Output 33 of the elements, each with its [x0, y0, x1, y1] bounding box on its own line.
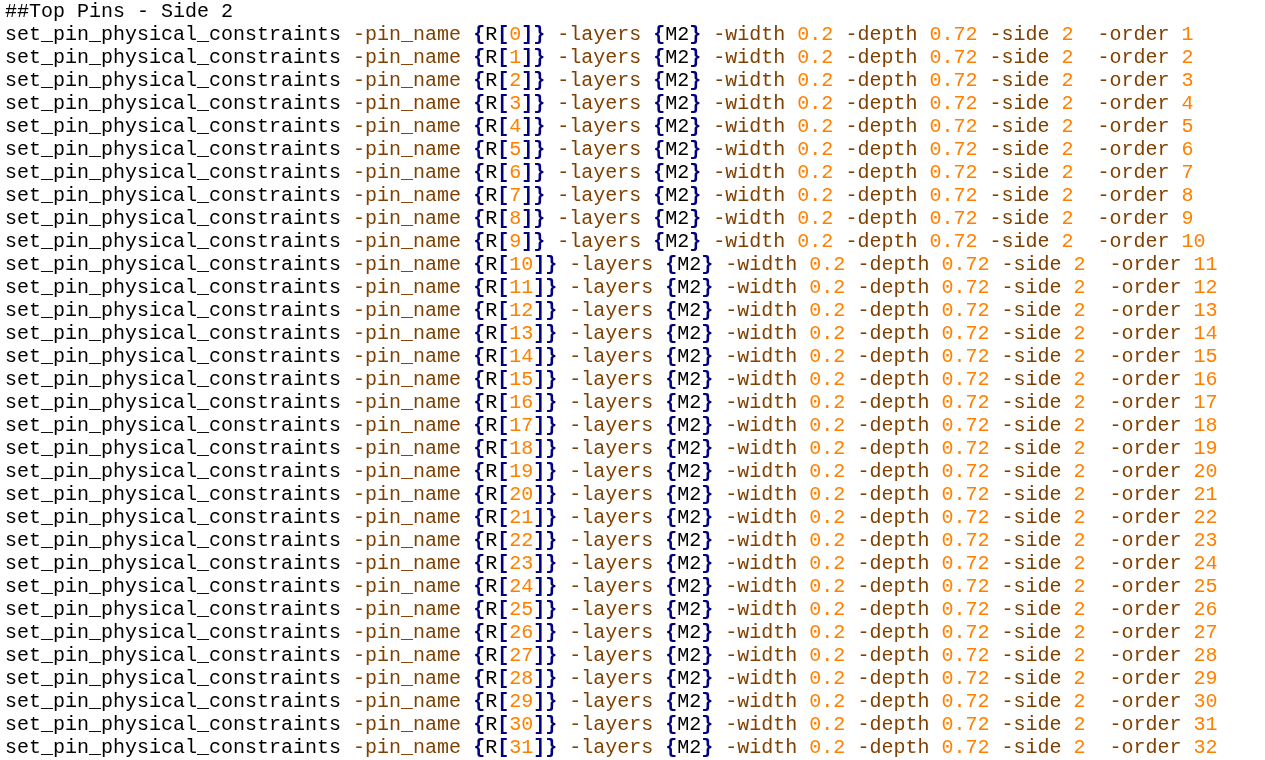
code-line: set_pin_physical_constraints -pin_name {R[25]} -layers {M2} -width 0.2 -depth 0.72 -side 2 -order 26 [5, 598, 1218, 621]
code-line: set_pin_physical_constraints -pin_name {R[11]} -layers {M2} -width 0.2 -depth 0.72 -side 2 -order 12 [5, 276, 1218, 299]
code-line: set_pin_physical_constraints -pin_name {R[26]} -layers {M2} -width 0.2 -depth 0.72 -side 2 -order 27 [5, 621, 1218, 644]
code-line: set_pin_physical_constraints -pin_name {R[24]} -layers {M2} -width 0.2 -depth 0.72 -side 2 -order 25 [5, 575, 1218, 598]
code-line: set_pin_physical_constraints -pin_name {R[16]} -layers {M2} -width 0.2 -depth 0.72 -side 2 -order 17 [5, 391, 1218, 414]
code-line: set_pin_physical_constraints -pin_name {R[10]} -layers {M2} -width 0.2 -depth 0.72 -side 2 -order 11 [5, 253, 1218, 276]
code-line: set_pin_physical_constraints -pin_name {R[21]} -layers {M2} -width 0.2 -depth 0.72 -side 2 -order 22 [5, 506, 1218, 529]
code-line: set_pin_physical_constraints -pin_name {R[15]} -layers {M2} -width 0.2 -depth 0.72 -side 2 -order 16 [5, 368, 1218, 391]
code-line: set_pin_physical_constraints -pin_name {R[7]} -layers {M2} -width 0.2 -depth 0.72 -side 2 -order 8 [5, 184, 1194, 207]
code-line: set_pin_physical_constraints -pin_name {R[13]} -layers {M2} -width 0.2 -depth 0.72 -side 2 -order 14 [5, 322, 1218, 345]
code-line: set_pin_physical_constraints -pin_name {R[27]} -layers {M2} -width 0.2 -depth 0.72 -side 2 -order 28 [5, 644, 1218, 667]
code-line: set_pin_physical_constraints -pin_name {R[17]} -layers {M2} -width 0.2 -depth 0.72 -side 2 -order 18 [5, 414, 1218, 437]
code-line: set_pin_physical_constraints -pin_name {R[22]} -layers {M2} -width 0.2 -depth 0.72 -side 2 -order 23 [5, 529, 1218, 552]
code-line: set_pin_physical_constraints -pin_name {R[20]} -layers {M2} -width 0.2 -depth 0.72 -side 2 -order 21 [5, 483, 1218, 506]
code-line: set_pin_physical_constraints -pin_name {R[31]} -layers {M2} -width 0.2 -depth 0.72 -side 2 -order 32 [5, 736, 1218, 759]
code-line: set_pin_physical_constraints -pin_name {R[9]} -layers {M2} -width 0.2 -depth 0.72 -side 2 -order 10 [5, 230, 1206, 253]
code-line: set_pin_physical_constraints -pin_name {R[2]} -layers {M2} -width 0.2 -depth 0.72 -side 2 -order 3 [5, 69, 1194, 92]
code-line: set_pin_physical_constraints -pin_name {R[3]} -layers {M2} -width 0.2 -depth 0.72 -side 2 -order 4 [5, 92, 1194, 115]
code-line: set_pin_physical_constraints -pin_name {R[14]} -layers {M2} -width 0.2 -depth 0.72 -side 2 -order 15 [5, 345, 1218, 368]
code-line: set_pin_physical_constraints -pin_name {R[6]} -layers {M2} -width 0.2 -depth 0.72 -side 2 -order 7 [5, 161, 1194, 184]
code-line: set_pin_physical_constraints -pin_name {R[19]} -layers {M2} -width 0.2 -depth 0.72 -side 2 -order 20 [5, 460, 1218, 483]
code-line: set_pin_physical_constraints -pin_name {R[18]} -layers {M2} -width 0.2 -depth 0.72 -side 2 -order 19 [5, 437, 1218, 460]
code-line: set_pin_physical_constraints -pin_name {R[29]} -layers {M2} -width 0.2 -depth 0.72 -side 2 -order 30 [5, 690, 1218, 713]
code-line: set_pin_physical_constraints -pin_name {R[30]} -layers {M2} -width 0.2 -depth 0.72 -side 2 -order 31 [5, 713, 1218, 736]
code-line: set_pin_physical_constraints -pin_name {R[12]} -layers {M2} -width 0.2 -depth 0.72 -side 2 -order 13 [5, 299, 1218, 322]
code-line: set_pin_physical_constraints -pin_name {R[5]} -layers {M2} -width 0.2 -depth 0.72 -side 2 -order 6 [5, 138, 1194, 161]
code-line: set_pin_physical_constraints -pin_name {R[4]} -layers {M2} -width 0.2 -depth 0.72 -side 2 -order 5 [5, 115, 1194, 138]
code-line: set_pin_physical_constraints -pin_name {R[0]} -layers {M2} -width 0.2 -depth 0.72 -side 2 -order 1 [5, 23, 1194, 46]
code-comment: ##Top Pins - Side 2 [5, 0, 234, 23]
code-line: set_pin_physical_constraints -pin_name {R[28]} -layers {M2} -width 0.2 -depth 0.72 -side 2 -order 29 [5, 667, 1218, 690]
code-line: set_pin_physical_constraints -pin_name {R[1]} -layers {M2} -width 0.2 -depth 0.72 -side 2 -order 2 [5, 46, 1194, 69]
code-line: set_pin_physical_constraints -pin_name {R[23]} -layers {M2} -width 0.2 -depth 0.72 -side 2 -order 24 [5, 552, 1218, 575]
code-line: set_pin_physical_constraints -pin_name {R[8]} -layers {M2} -width 0.2 -depth 0.72 -side 2 -order 9 [5, 207, 1194, 230]
